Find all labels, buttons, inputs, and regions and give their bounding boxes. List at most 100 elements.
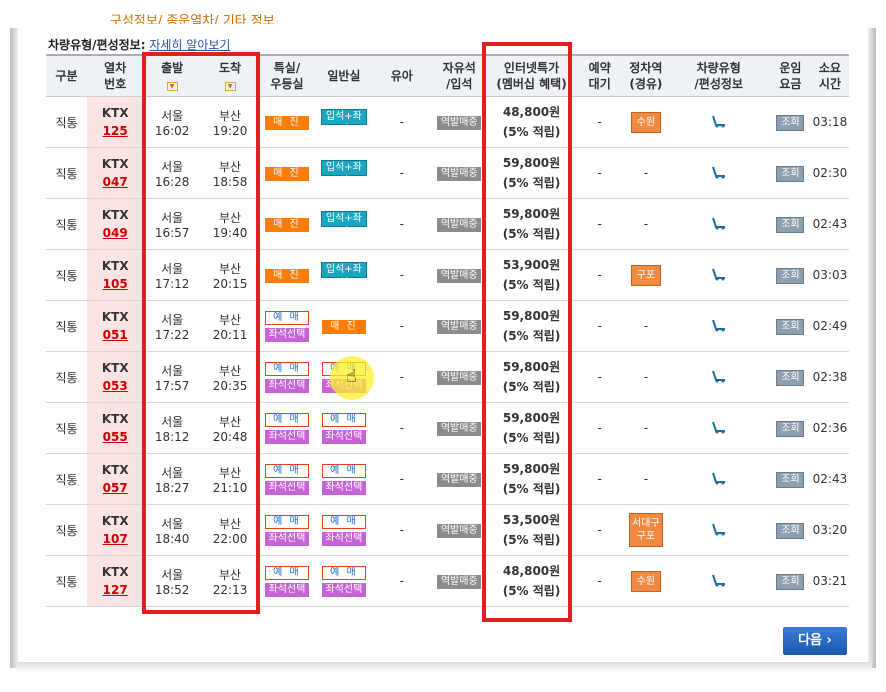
train-number-link[interactable]: 125 [103, 124, 128, 138]
train-car-icon[interactable] [711, 114, 727, 128]
fare-view-button[interactable]: 조회 [776, 267, 805, 284]
vehicle-cell[interactable] [667, 249, 770, 301]
train-number-link[interactable]: 053 [103, 379, 128, 393]
seat-select-button[interactable]: 좌석선택 [264, 327, 309, 342]
free-seat-cell: 역발매중 [430, 402, 488, 454]
seat-select-button[interactable]: 좌석선택 [321, 582, 366, 597]
soldout-badge: 매 진 [264, 116, 309, 130]
fare-view-button[interactable]: 조회 [776, 318, 805, 335]
fare-view-button[interactable]: 조회 [776, 420, 805, 437]
train-car-icon[interactable] [711, 216, 727, 230]
stop-station-badge[interactable]: 서대구 구포 [629, 513, 663, 547]
train-number-cell[interactable]: KTX 127 [87, 555, 144, 607]
header-vehicle: 차량유형/편성정보 [667, 54, 770, 97]
fare-view-button[interactable]: 조회 [776, 165, 805, 182]
train-number-link[interactable]: 057 [103, 481, 128, 495]
reserve-button[interactable]: 예 매 [321, 463, 366, 478]
infant-cell: - [373, 300, 431, 352]
standing-seat-button[interactable]: 입석+좌석 [320, 159, 367, 187]
reserve-button[interactable]: 예 매 [264, 361, 309, 376]
reserve-button[interactable]: 예 매 [264, 310, 309, 325]
train-car-icon[interactable] [711, 420, 727, 434]
next-button[interactable]: 다음 › [783, 627, 847, 655]
train-car-icon[interactable] [711, 165, 727, 179]
fare-view-button[interactable]: 조회 [776, 369, 805, 386]
vehicle-cell[interactable] [667, 300, 770, 352]
reserve-button[interactable]: 예 매 [321, 565, 366, 580]
reserve-button[interactable]: 예 매 [264, 565, 309, 580]
seat-select-button[interactable]: 좌석선택 [264, 429, 309, 444]
train-number-link[interactable]: 055 [103, 430, 128, 444]
stops-cell: - [624, 147, 668, 199]
vehicle-info-line: 차량유형/편성정보: 자세히 알아보기 [48, 36, 230, 53]
train-car-icon[interactable] [711, 573, 727, 587]
train-number-cell[interactable]: KTX 055 [87, 402, 144, 454]
reserve-button[interactable]: 예 매 [321, 514, 366, 529]
fare-cell: 조회 [769, 453, 811, 505]
train-number-cell[interactable]: KTX 049 [87, 198, 144, 250]
train-number-cell[interactable]: KTX 053 [87, 351, 144, 403]
train-number-cell[interactable]: KTX 047 [87, 147, 144, 199]
seat-select-button[interactable]: 좌석선택 [264, 480, 309, 495]
vehicle-cell[interactable] [667, 453, 770, 505]
standing-seat-button[interactable]: 입석+좌석 [320, 261, 367, 289]
seat-select-button[interactable]: 좌석선택 [264, 531, 309, 546]
train-car-icon[interactable] [711, 369, 727, 383]
train-car-icon[interactable] [711, 267, 727, 281]
stop-station-badge[interactable]: 수원 [630, 570, 661, 592]
seat-select-button[interactable]: 좌석선택 [321, 429, 366, 444]
train-number-link[interactable]: 127 [103, 583, 128, 597]
reserve-button[interactable]: 예 매 [264, 463, 309, 478]
vehicle-cell[interactable] [667, 555, 770, 607]
row-kind: 직통 [46, 453, 88, 505]
fare-cell: 조회 [769, 555, 811, 607]
standing-seat-button[interactable]: 입석+좌석 [320, 108, 367, 136]
seat-select-button[interactable]: 좌석선택 [264, 582, 309, 597]
waitlist-cell: - [575, 402, 625, 454]
duration-cell: 03:03 [810, 249, 849, 301]
header-fare: 운임 요금 [769, 54, 811, 97]
seat-select-button[interactable]: 좌석선택 [321, 531, 366, 546]
stop-station-badge[interactable]: 수원 [630, 111, 661, 133]
station-sale-badge: 역발매중 [437, 218, 482, 232]
top-cut-text: 구성정보/ 종운열차/ 기타 정보 [110, 14, 275, 24]
vehicle-cell[interactable] [667, 147, 770, 199]
header-stops: 정차역 (경유) [624, 54, 668, 97]
train-number-link[interactable]: 107 [103, 532, 128, 546]
vehicle-info-link[interactable]: 자세히 알아보기 [149, 38, 230, 52]
waitlist-cell: - [575, 96, 625, 148]
fare-view-button[interactable]: 조회 [776, 216, 805, 233]
fare-view-button[interactable]: 조회 [776, 522, 805, 539]
infant-cell: - [373, 555, 431, 607]
vehicle-cell[interactable] [667, 96, 770, 148]
reserve-button[interactable]: 예 매 [321, 412, 366, 427]
vehicle-cell[interactable] [667, 504, 770, 556]
train-number-link[interactable]: 049 [103, 226, 128, 240]
stops-cell: 수원 [624, 96, 668, 148]
standing-seat-button[interactable]: 입석+좌석 [320, 210, 367, 238]
train-number-cell[interactable]: KTX 107 [87, 504, 144, 556]
stops-cell: - [624, 198, 668, 250]
train-number-cell[interactable]: KTX 051 [87, 300, 144, 352]
train-number-link[interactable]: 047 [103, 175, 128, 189]
train-number-cell[interactable]: KTX 125 [87, 96, 144, 148]
train-number-cell[interactable]: KTX 057 [87, 453, 144, 505]
train-car-icon[interactable] [711, 318, 727, 332]
reserve-button[interactable]: 예 매 [264, 514, 309, 529]
train-car-icon[interactable] [711, 522, 727, 536]
stop-station-badge[interactable]: 구포 [630, 264, 661, 286]
train-number-link[interactable]: 051 [103, 328, 128, 342]
fare-view-button[interactable]: 조회 [776, 114, 805, 131]
vehicle-cell[interactable] [667, 402, 770, 454]
train-number-link[interactable]: 105 [103, 277, 128, 291]
train-car-icon[interactable] [711, 471, 727, 485]
fare-view-button[interactable]: 조회 [776, 573, 805, 590]
seat-select-button[interactable]: 좌석선택 [321, 480, 366, 495]
fare-view-button[interactable]: 조회 [776, 471, 805, 488]
train-number-cell[interactable]: KTX 105 [87, 249, 144, 301]
reserve-button[interactable]: 예 매 [264, 412, 309, 427]
seat-select-button[interactable]: 좌석선택 [264, 378, 309, 393]
train-type: KTX [101, 259, 129, 273]
vehicle-cell[interactable] [667, 351, 770, 403]
vehicle-cell[interactable] [667, 198, 770, 250]
